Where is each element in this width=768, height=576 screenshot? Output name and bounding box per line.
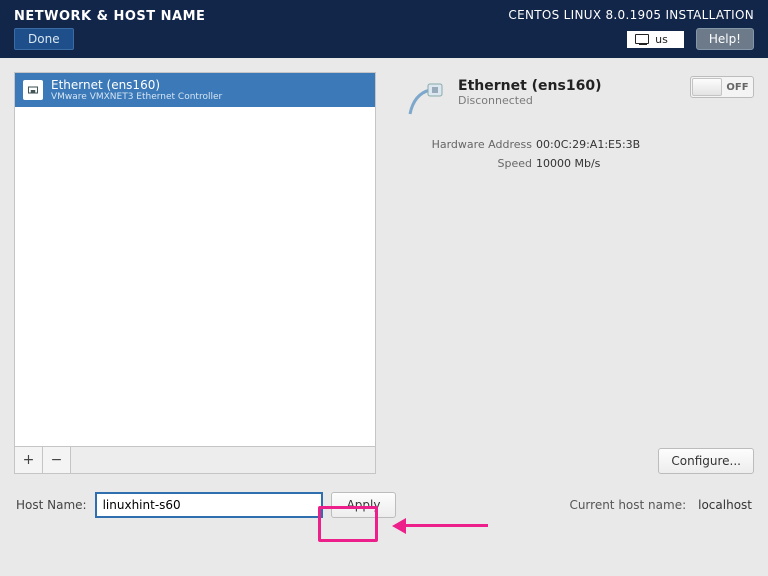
connection-detail-grid: Hardware Address 00:0C:29:A1:E5:3B Speed… [404, 138, 752, 170]
page-title: NETWORK & HOST NAME [14, 9, 205, 24]
install-title: CENTOS LINUX 8.0.1905 INSTALLATION [508, 8, 754, 22]
hostname-input[interactable] [95, 492, 323, 518]
detail-value: 00:0C:29:A1:E5:3B [536, 138, 640, 151]
connection-header: Ethernet (ens160) Disconnected OFF [404, 78, 752, 120]
header-bar: NETWORK & HOST NAME Done CENTOS LINUX 8.… [0, 0, 768, 58]
device-subtitle: VMware VMXNET3 Ethernet Controller [51, 92, 222, 102]
toggle-knob [692, 78, 722, 96]
detail-row: Speed 10000 Mb/s [404, 157, 752, 170]
toggle-state-label: OFF [722, 82, 753, 93]
connection-details-panel: Ethernet (ens160) Disconnected OFF Hardw… [376, 72, 754, 474]
help-button[interactable]: Help! [696, 28, 754, 50]
apply-button[interactable]: Apply [331, 492, 397, 518]
current-hostname-label: Current host name: [569, 498, 686, 512]
hostname-label: Host Name: [16, 498, 87, 512]
device-list-panel: Ethernet (ens160) VMware VMXNET3 Etherne… [14, 72, 376, 474]
remove-device-button[interactable]: − [43, 447, 71, 473]
device-list[interactable]: Ethernet (ens160) VMware VMXNET3 Etherne… [14, 72, 376, 447]
detail-label: Speed [404, 157, 536, 170]
configure-button[interactable]: Configure... [658, 448, 754, 474]
connection-name: Ethernet (ens160) [458, 78, 601, 94]
hostname-bar: Host Name: Apply Current host name: loca… [0, 474, 768, 518]
detail-row: Hardware Address 00:0C:29:A1:E5:3B [404, 138, 752, 151]
device-name: Ethernet (ens160) [51, 78, 222, 92]
main-area: Ethernet (ens160) VMware VMXNET3 Etherne… [0, 58, 768, 474]
current-hostname-value: localhost [698, 498, 752, 512]
connection-status: Disconnected [458, 94, 601, 107]
detail-label: Hardware Address [404, 138, 536, 151]
header-right: CENTOS LINUX 8.0.1905 INSTALLATION us He… [508, 8, 754, 50]
connection-toggle[interactable]: OFF [690, 76, 754, 98]
detail-value: 10000 Mb/s [536, 157, 600, 170]
device-list-item[interactable]: Ethernet (ens160) VMware VMXNET3 Etherne… [15, 73, 375, 107]
keyboard-layout-label: us [655, 33, 668, 46]
ethernet-cable-icon [404, 78, 446, 120]
annotation-arrow [392, 521, 492, 529]
ethernet-icon [23, 80, 43, 100]
device-list-toolbar: + − [14, 447, 376, 474]
keyboard-layout-indicator[interactable]: us [627, 31, 684, 48]
header-left: NETWORK & HOST NAME Done [14, 9, 205, 50]
done-button[interactable]: Done [14, 28, 74, 50]
add-device-button[interactable]: + [15, 447, 43, 473]
keyboard-icon [635, 34, 649, 44]
